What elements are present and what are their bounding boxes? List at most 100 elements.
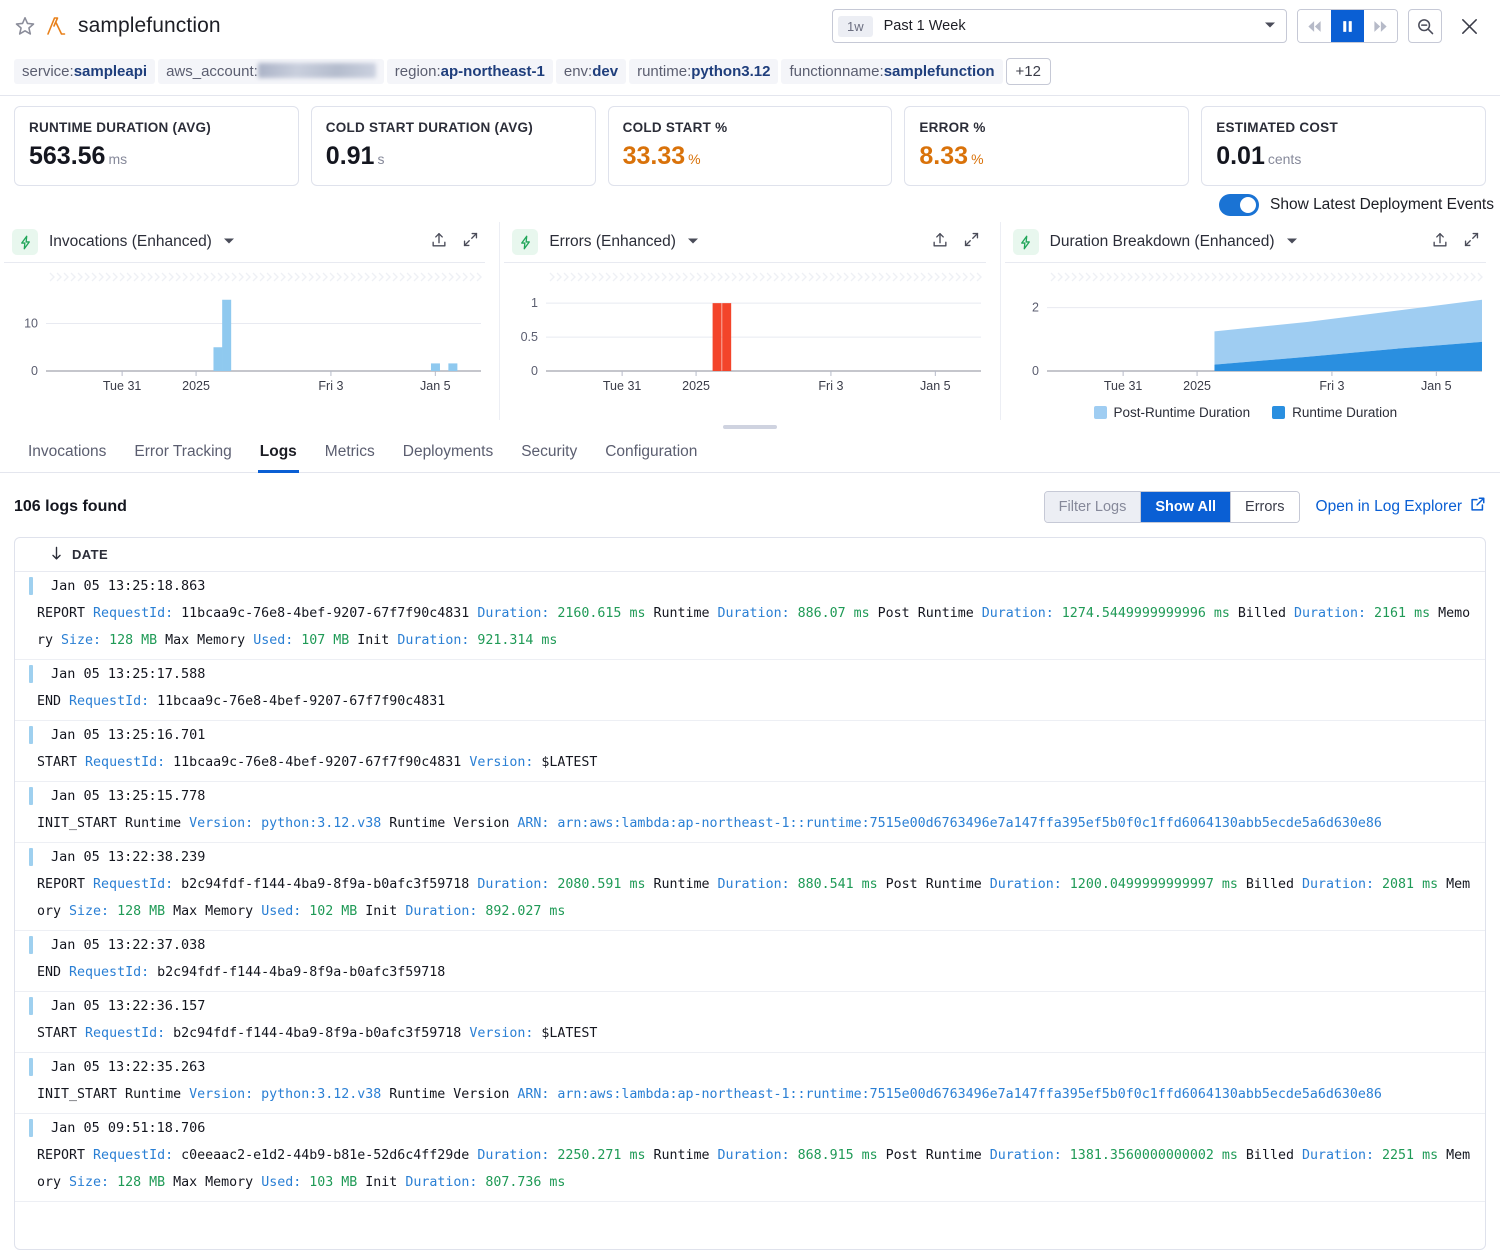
zoom-out-button[interactable] <box>1408 9 1442 43</box>
tag-aws_account[interactable]: aws_account: <box>158 59 384 84</box>
log-entry[interactable]: Jan 05 13:22:35.263 INIT_START Runtime Ve… <box>15 1053 1485 1114</box>
tag-value: sampleapi <box>73 63 148 80</box>
close-button[interactable] <box>1452 9 1486 43</box>
log-entry[interactable]: Jan 05 13:22:37.038 END RequestId: b2c94f… <box>15 931 1485 992</box>
export-icon[interactable] <box>1431 231 1449 254</box>
svg-text:Jan 5: Jan 5 <box>1421 379 1452 393</box>
panel-drag-handle[interactable] <box>723 425 777 429</box>
metric-value-number: 33.33 <box>622 142 686 170</box>
log-token-key: Duration: <box>981 606 1054 621</box>
legend-item[interactable]: Post-Runtime Duration <box>1093 405 1250 420</box>
log-token-val: 103 MB <box>301 1175 358 1190</box>
metric-card-2: COLD START % 33.33% <box>607 106 893 186</box>
log-status-bar <box>29 936 33 954</box>
svg-text:0: 0 <box>1032 364 1039 378</box>
playback-controls <box>1297 9 1398 43</box>
log-token-link[interactable]: arn:aws:lambda:ap-northeast-1::runtime:7… <box>549 816 1382 831</box>
metric-card-title: COLD START DURATION (AVG) <box>325 120 534 135</box>
legend-swatch <box>1272 406 1286 419</box>
log-timestamp: Jan 05 13:22:38.239 <box>51 849 206 865</box>
log-timestamp: Jan 05 09:51:18.706 <box>51 1120 206 1136</box>
chevron-down-icon[interactable] <box>1264 20 1276 32</box>
tag-value: dev <box>592 63 619 80</box>
tab-security[interactable]: Security <box>507 443 591 472</box>
chevron-down-icon[interactable] <box>1286 237 1298 248</box>
expand-icon[interactable] <box>462 231 479 253</box>
export-icon[interactable] <box>430 231 448 254</box>
metric-value-number: 8.33 <box>919 142 969 170</box>
legend-item[interactable]: Runtime Duration <box>1272 405 1397 420</box>
log-token-key: Duration: <box>477 1148 550 1163</box>
metric-value-number: 0.01 <box>1216 142 1265 170</box>
deployment-events-toggle[interactable] <box>1218 194 1259 216</box>
filter-errors-button[interactable]: Errors <box>1230 492 1299 522</box>
log-table: DATE Jan 05 13:25:18.863 REPORT RequestId… <box>14 537 1486 1250</box>
tag-env[interactable]: env:dev <box>555 59 627 84</box>
log-status-bar <box>29 1119 33 1137</box>
divider <box>504 262 986 263</box>
log-token-plain: REPORT <box>37 1148 94 1163</box>
tab-logs[interactable]: Logs <box>246 443 311 473</box>
log-status-bar <box>29 1058 33 1076</box>
tag-region[interactable]: region:ap-northeast-1 <box>386 59 553 84</box>
step-backward-button[interactable] <box>1298 10 1331 42</box>
log-token-val: 2161 ms <box>1366 606 1431 621</box>
svg-text:Fri 3: Fri 3 <box>819 379 844 393</box>
log-entry[interactable]: Jan 05 09:51:18.706 REPORT RequestId: c0e… <box>15 1114 1485 1202</box>
log-token-val: 880.541 ms <box>789 877 878 892</box>
export-icon[interactable] <box>931 231 949 254</box>
tag-key: region: <box>394 63 441 80</box>
pause-button[interactable] <box>1331 10 1364 42</box>
expand-icon[interactable] <box>963 231 980 253</box>
filter-show-all-button[interactable]: Show All <box>1140 492 1231 522</box>
log-message: END RequestId: 11bcaa9c-76e8-4bef-9207-6… <box>15 688 1485 720</box>
top-bar: samplefunction 1w Past 1 Week <box>0 0 1500 52</box>
chart-duration-breakdown: Duration Breakdown (Enhanced) 0 2 Tue 31 20… <box>999 222 1500 420</box>
log-token-plain: $LATEST <box>533 1026 598 1041</box>
log-token-val: 102 MB <box>301 904 358 919</box>
svg-text:2025: 2025 <box>682 379 710 393</box>
log-entry[interactable]: Jan 05 13:25:17.588 END RequestId: 11bcaa… <box>15 660 1485 721</box>
log-token-plain: b2c94fdf-f144-4ba9-8f9a-b0afc3f59718 <box>149 965 446 980</box>
chart-plot-errors[interactable]: 0 0.5 1 Tue 31 2025 Fri 3 Jan 5 <box>500 269 989 399</box>
chevron-down-icon[interactable] <box>223 237 235 248</box>
log-token-plain: INIT_START Runtime <box>37 1087 190 1102</box>
tag-functionname[interactable]: functionname:samplefunction <box>781 59 1003 84</box>
log-token-link[interactable]: python:3.12.v38 <box>253 816 381 831</box>
open-in-log-explorer-link[interactable]: Open in Log Explorer <box>1316 496 1486 518</box>
lambda-function-dashboard: samplefunction 1w Past 1 Week service:sa… <box>0 0 1500 1250</box>
log-token-link[interactable]: arn:aws:lambda:ap-northeast-1::runtime:7… <box>549 1087 1382 1102</box>
star-icon[interactable] <box>14 15 36 37</box>
log-token-val: 807.736 ms <box>477 1175 566 1190</box>
log-token-val: 921.314 ms <box>469 633 558 648</box>
legend-label: Runtime Duration <box>1292 405 1398 420</box>
log-token-plain: Max Memory <box>157 633 254 648</box>
tab-metrics[interactable]: Metrics <box>311 443 389 472</box>
log-date-row: Jan 05 13:25:16.701 <box>15 721 1485 749</box>
step-forward-button[interactable] <box>1364 10 1397 42</box>
log-table-header[interactable]: DATE <box>15 538 1485 572</box>
expand-icon[interactable] <box>1463 231 1480 253</box>
log-entry[interactable]: Jan 05 13:22:38.239 REPORT RequestId: b2c… <box>15 843 1485 931</box>
time-range-picker[interactable]: 1w Past 1 Week <box>832 9 1287 43</box>
chevron-down-icon[interactable] <box>687 237 699 248</box>
log-date-row: Jan 05 13:22:38.239 <box>15 843 1485 871</box>
log-entry[interactable]: Jan 05 13:25:18.863 REPORT RequestId: 11b… <box>15 572 1485 660</box>
chart-plot-invocations[interactable]: 0 10 Tue 31 2025 Fri 3 Jan 5 <box>0 269 489 399</box>
tag-service[interactable]: service:sampleapi <box>14 59 156 84</box>
tab-deployments[interactable]: Deployments <box>389 443 507 472</box>
log-token-plain: 11bcaa9c-76e8-4bef-9207-67f7f90c4831 <box>149 694 446 709</box>
chart-plot-duration[interactable]: 0 2 Tue 31 2025 Fri 3 Jan 5 <box>1001 269 1490 399</box>
tab-error-tracking[interactable]: Error Tracking <box>120 443 245 472</box>
tag-runtime[interactable]: runtime:python3.12 <box>629 59 779 84</box>
log-entry[interactable]: Jan 05 13:25:15.778 INIT_START Runtime Ve… <box>15 782 1485 843</box>
tab-configuration[interactable]: Configuration <box>591 443 711 472</box>
lightning-bolt-icon <box>12 229 38 255</box>
log-token-key: RequestId: <box>69 694 150 709</box>
tab-invocations[interactable]: Invocations <box>14 443 120 472</box>
log-entry[interactable]: Jan 05 13:22:36.157 START RequestId: b2c9… <box>15 992 1485 1053</box>
log-date-row: Jan 05 13:25:18.863 <box>15 572 1485 600</box>
log-entry[interactable]: Jan 05 13:25:16.701 START RequestId: 11bc… <box>15 721 1485 782</box>
log-token-link[interactable]: python:3.12.v38 <box>253 1087 381 1102</box>
tag-more-badge[interactable]: +12 <box>1005 58 1051 85</box>
